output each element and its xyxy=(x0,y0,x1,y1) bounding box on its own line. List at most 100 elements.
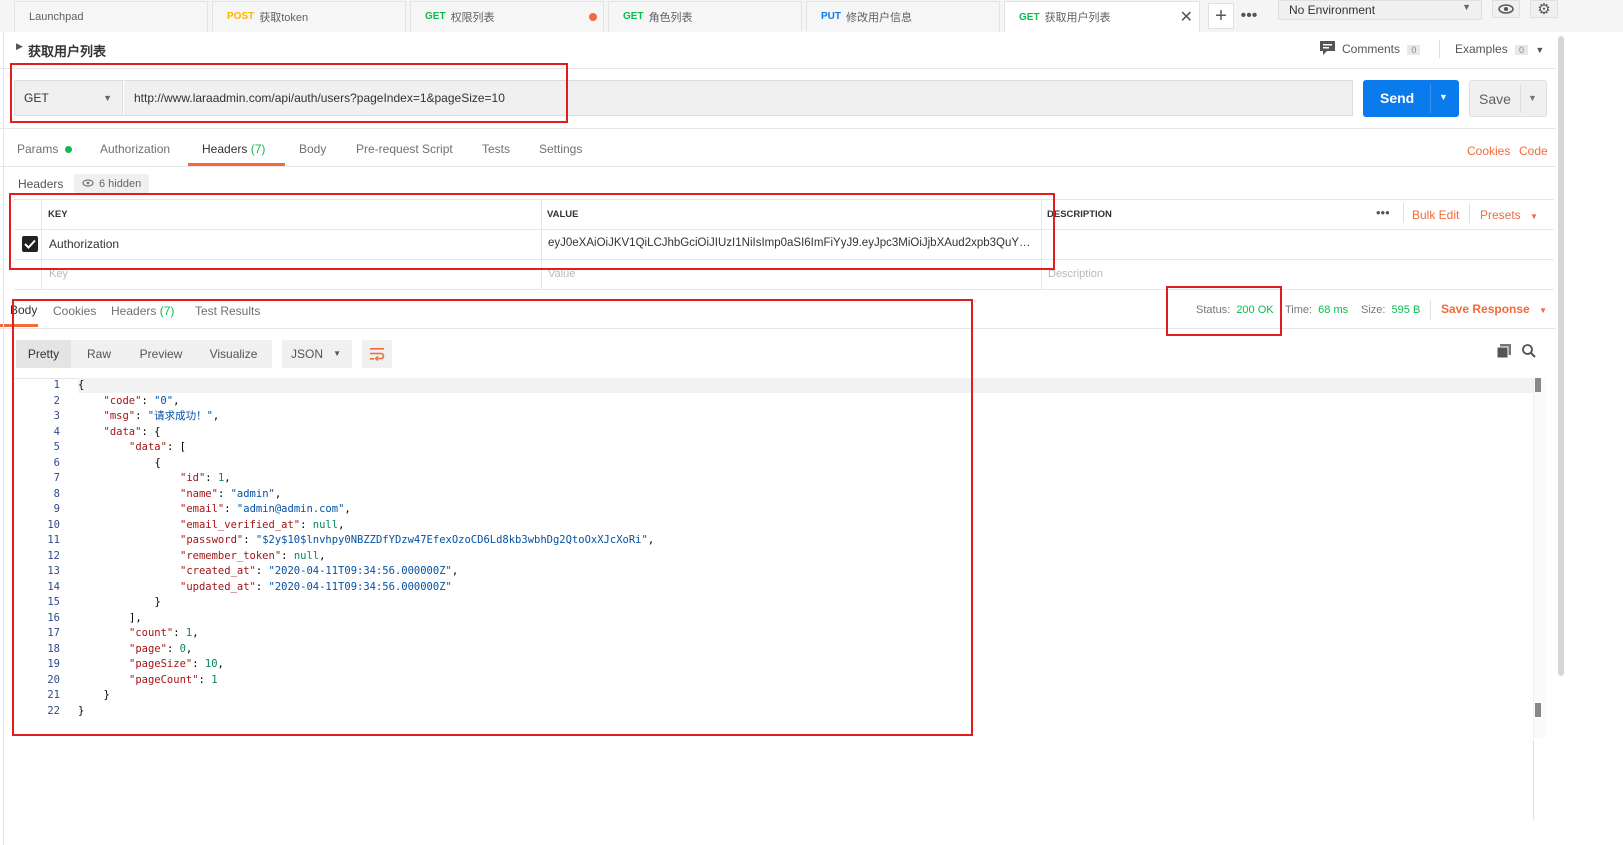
time-readout: Time: 68 ms xyxy=(1285,304,1348,316)
divider xyxy=(1430,300,1431,320)
comments-label: Comments xyxy=(1342,42,1401,56)
tab-label: Body xyxy=(299,142,327,156)
tab-label: Params xyxy=(17,142,59,156)
chevron-down-icon: ▼ xyxy=(1539,306,1547,315)
tab-user-list[interactable]: GET 获取用户列表 ✕ xyxy=(1004,1,1200,32)
tab-permission-list[interactable]: GET 权限列表 xyxy=(410,1,604,31)
code-link[interactable]: Code xyxy=(1519,144,1548,158)
divider xyxy=(1403,203,1404,223)
tab-label: Authorization xyxy=(100,142,171,156)
presets-label: Presets xyxy=(1480,208,1521,222)
comment-icon xyxy=(1320,41,1335,58)
chevron-down-icon: ▼ xyxy=(1535,45,1545,55)
divider xyxy=(1533,740,1534,820)
request-name[interactable]: 获取用户列表 xyxy=(28,41,106,60)
send-button[interactable]: Send ▼ xyxy=(1363,80,1459,117)
more-tabs-icon[interactable]: ••• xyxy=(1236,3,1262,29)
chevron-down-icon: ▼ xyxy=(1530,212,1538,221)
time-value: 68 ms xyxy=(1318,304,1349,316)
expand-triangle-icon[interactable]: ▶ xyxy=(16,41,23,52)
divider xyxy=(1469,203,1470,223)
settings-gear-icon[interactable]: ⚙ xyxy=(1530,0,1558,18)
tab-launchpad[interactable]: Launchpad xyxy=(14,1,208,31)
divider xyxy=(0,128,1556,129)
divider xyxy=(1439,40,1440,58)
tab-method: GET xyxy=(1019,11,1040,23)
scrollbar-thumb[interactable] xyxy=(1535,703,1541,717)
column-header-description: DESCRIPTION xyxy=(1047,209,1112,220)
comments-button[interactable]: Comments 0 xyxy=(1342,42,1421,56)
environment-label: No Environment xyxy=(1289,3,1376,17)
tab-label: 权限列表 xyxy=(450,11,495,24)
tab-headers[interactable]: Headers (7) xyxy=(188,142,285,166)
chevron-down-icon: ▼ xyxy=(1462,2,1471,12)
send-label: Send xyxy=(1380,90,1415,106)
annotation-box-url xyxy=(10,63,568,123)
tab-method: POST xyxy=(227,11,255,22)
annotation-box-headers xyxy=(9,193,1055,270)
copy-icon[interactable] xyxy=(1496,344,1511,361)
tab-label: Launchpad xyxy=(29,10,84,23)
new-description-input[interactable]: Description xyxy=(1048,268,1103,280)
tab-label: 获取用户列表 xyxy=(1044,12,1111,24)
annotation-box-body xyxy=(12,299,973,736)
divider xyxy=(1520,85,1521,113)
tab-method: PUT xyxy=(821,11,841,22)
tab-label: Pre-request Script xyxy=(356,142,453,156)
params-active-dot-icon xyxy=(64,146,72,154)
tab-params[interactable]: Params xyxy=(17,142,72,166)
annotation-box-status xyxy=(1166,286,1282,336)
tab-get-token[interactable]: POST 获取token xyxy=(212,1,406,31)
chevron-down-icon[interactable]: ▼ xyxy=(1528,93,1537,103)
hidden-count-label: 6 hidden xyxy=(99,178,142,190)
time-label: Time: xyxy=(1285,304,1313,316)
cookies-link[interactable]: Cookies xyxy=(1467,144,1510,158)
examples-label: Examples xyxy=(1455,42,1508,56)
bulk-edit-link[interactable]: Bulk Edit xyxy=(1412,208,1459,222)
more-options-icon[interactable]: ••• xyxy=(1376,205,1390,220)
tab-label: 角色列表 xyxy=(648,11,693,24)
tab-label: Tests xyxy=(482,142,511,156)
divider xyxy=(3,32,4,845)
environment-select[interactable]: No Environment ▼ xyxy=(1278,0,1482,20)
tab-update-user[interactable]: PUT 修改用户信息 xyxy=(806,1,1000,31)
search-icon[interactable] xyxy=(1522,344,1536,361)
headers-count: (7) xyxy=(250,142,266,156)
tab-label: 修改用户信息 xyxy=(846,11,912,24)
close-icon[interactable]: ✕ xyxy=(1180,7,1193,27)
examples-button[interactable]: Examples 0 ▼ xyxy=(1455,42,1544,56)
divider xyxy=(0,166,1556,167)
tab-tests[interactable]: Tests xyxy=(482,142,510,166)
comments-count-badge: 0 xyxy=(1407,45,1421,55)
page-scrollbar[interactable] xyxy=(1558,36,1564,676)
tab-method: GET xyxy=(623,11,644,22)
save-button[interactable]: Save ▼ xyxy=(1469,80,1547,117)
headers-section-title: Headers xyxy=(18,177,64,191)
tab-authorization[interactable]: Authorization xyxy=(100,142,170,166)
tab-role-list[interactable]: GET 角色列表 xyxy=(608,1,802,31)
tab-method: GET xyxy=(425,11,446,22)
tab-settings[interactable]: Settings xyxy=(539,142,582,166)
tab-body[interactable]: Body xyxy=(299,142,326,166)
new-tab-button[interactable]: + xyxy=(1208,3,1234,29)
size-readout: Size: 595 B xyxy=(1361,304,1420,316)
scrollbar-thumb[interactable] xyxy=(1535,378,1541,392)
size-label: Size: xyxy=(1361,304,1386,316)
eye-icon xyxy=(82,178,94,190)
unsaved-dot-icon xyxy=(589,13,597,21)
tab-label: Settings xyxy=(539,142,583,156)
eye-icon[interactable] xyxy=(1492,0,1520,18)
save-response-label: Save Response xyxy=(1441,302,1530,316)
presets-dropdown[interactable]: Presets ▼ xyxy=(1480,208,1538,222)
tab-pre-request-script[interactable]: Pre-request Script xyxy=(356,142,453,166)
chevron-down-icon[interactable]: ▼ xyxy=(1439,92,1448,102)
editor-scrollbar[interactable] xyxy=(1533,378,1546,738)
hidden-headers-toggle[interactable]: 6 hidden xyxy=(74,174,150,194)
examples-count-badge: 0 xyxy=(1515,45,1529,55)
tab-label: 获取token xyxy=(259,11,309,24)
save-label: Save xyxy=(1479,91,1511,107)
divider xyxy=(1430,84,1431,113)
table-border xyxy=(14,289,1554,290)
size-value: 595 B xyxy=(1391,304,1421,316)
save-response-dropdown[interactable]: Save Response ▼ xyxy=(1441,302,1547,316)
